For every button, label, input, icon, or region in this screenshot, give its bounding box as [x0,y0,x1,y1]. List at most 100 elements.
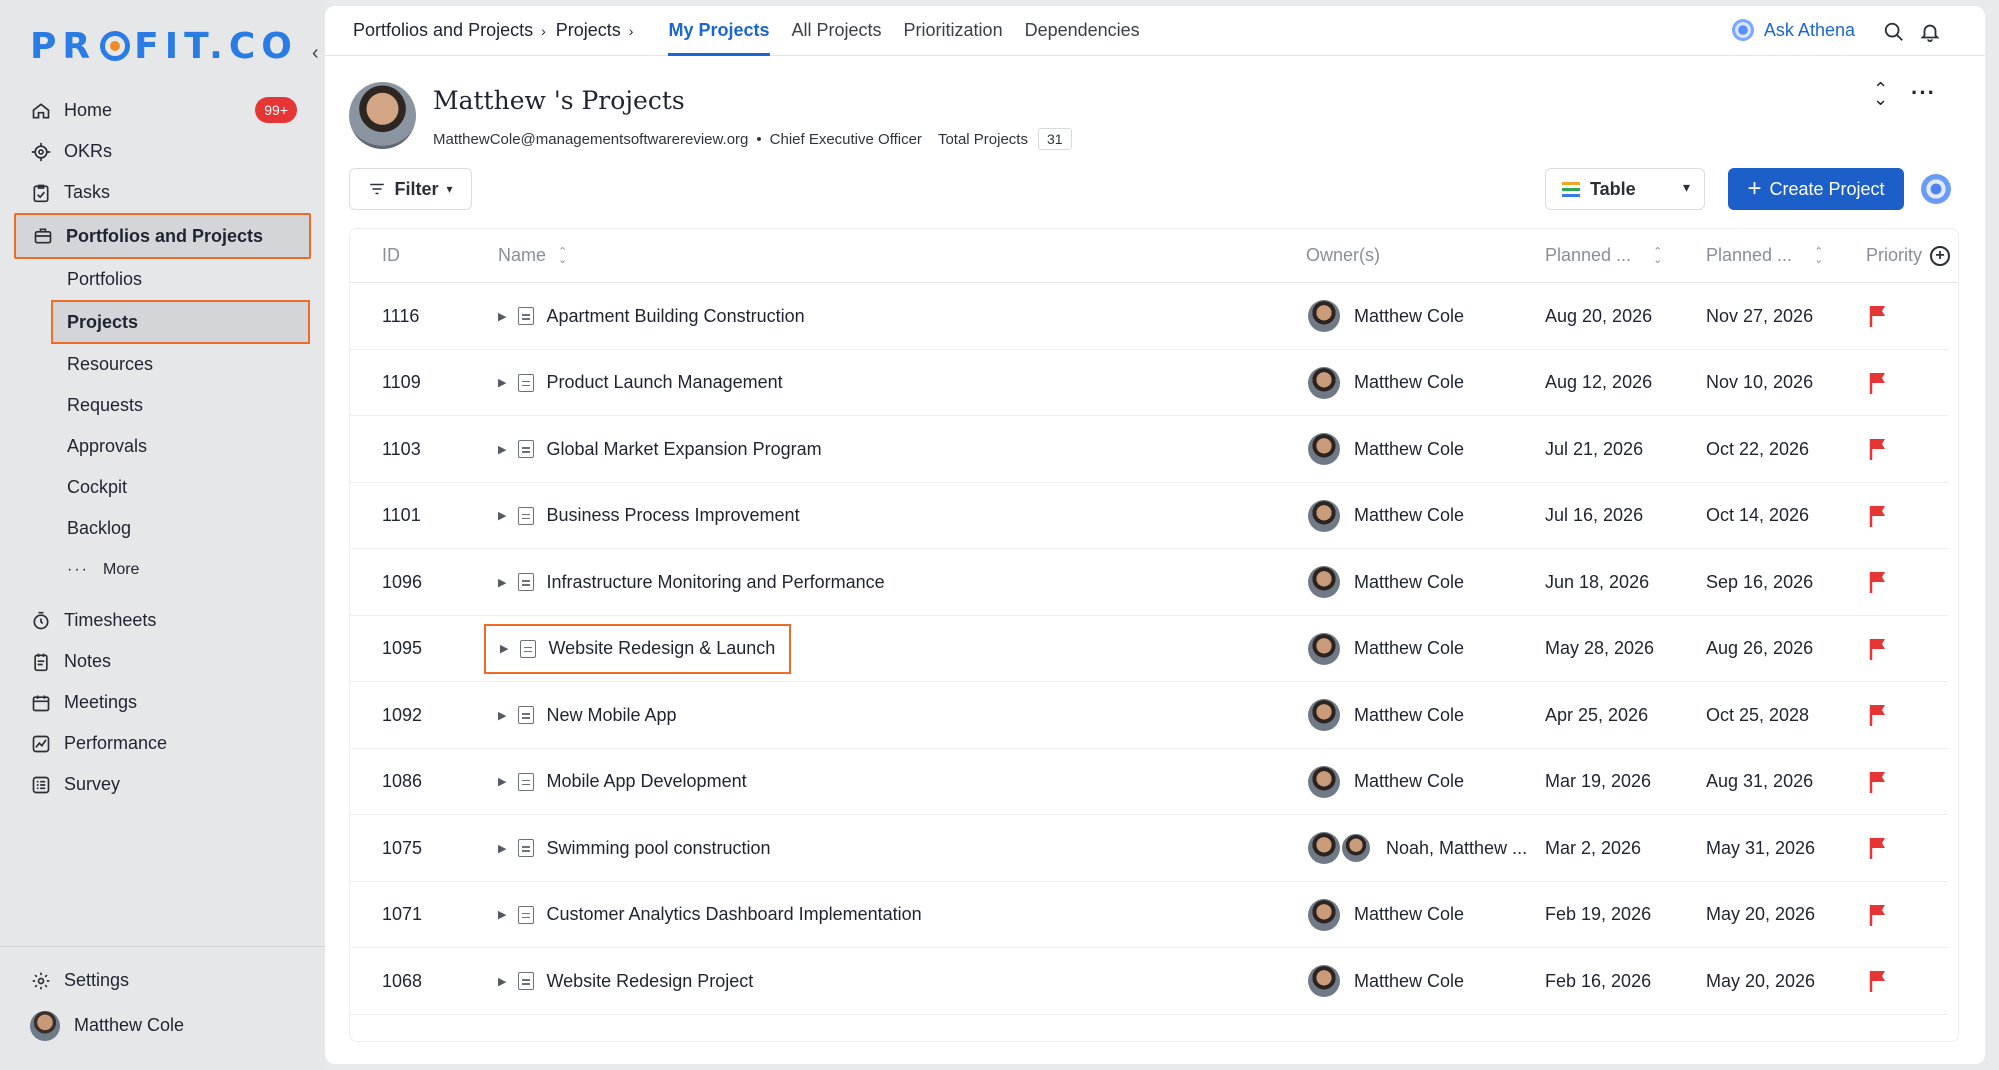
project-name[interactable]: Website Redesign & Launch [548,638,775,659]
profitco-logo[interactable]: PR FIT.CO [30,24,298,68]
column-header-name[interactable]: Name ⌃ ⌄ [498,245,567,266]
project-name-cell[interactable]: ▶ Swimming pool construction [498,815,771,881]
sidebar-item-portfolios-and-projects[interactable]: Portfolios and Projects [14,213,311,259]
column-header-planned-start[interactable]: Planned ... ⌃ ⌄ [1545,245,1662,266]
bell-icon[interactable] [1919,21,1941,48]
expand-row-caret-icon[interactable]: ▶ [498,310,506,323]
project-name-cell[interactable]: ▶ Apartment Building Construction [498,283,805,349]
project-name[interactable]: Website Redesign Project [546,971,753,992]
sidebar-subitem-backlog[interactable]: Backlog [0,508,325,549]
sort-icon[interactable]: ⌃ ⌄ [558,246,567,265]
expand-row-caret-icon[interactable]: ▶ [498,908,506,921]
project-name[interactable]: Swimming pool construction [546,838,770,859]
table-row[interactable]: 1096 ▶ Infrastructure Monitoring and Perfo… [350,549,1948,616]
priority-flag-icon[interactable] [1868,815,1888,881]
sidebar-subitem-resources[interactable]: Resources [0,344,325,385]
priority-flag-icon[interactable] [1868,350,1888,416]
project-name-cell[interactable]: ▶ Customer Analytics Dashboard Implementa… [498,882,922,948]
priority-flag-icon[interactable] [1868,749,1888,815]
project-name[interactable]: Apartment Building Construction [546,306,804,327]
sidebar-item-meetings[interactable]: Meetings [0,682,325,723]
sidebar-subitem-cockpit[interactable]: Cockpit [0,467,325,508]
project-name-cell[interactable]: ▶ Website Redesign Project [498,948,753,1014]
priority-flag-icon[interactable] [1868,283,1888,349]
table-row[interactable]: 1095 ▶ Website Redesign & Launch Matthew Co… [350,616,1948,682]
priority-flag-icon[interactable] [1868,549,1888,615]
expand-row-caret-icon[interactable]: ▶ [498,576,506,589]
collapse-sidebar-chevron-icon[interactable]: ‹ [312,42,319,65]
sidebar-item-timesheets[interactable]: Timesheets [0,600,325,641]
sort-icon[interactable]: ⌃ ⌄ [1653,246,1662,265]
expand-row-caret-icon[interactable]: ▶ [498,376,506,389]
priority-flag-icon[interactable] [1868,682,1888,748]
sidebar-user-profile[interactable]: Matthew Cole [0,1005,325,1046]
sort-icon[interactable]: ⌃ ⌄ [1814,246,1823,265]
expand-row-caret-icon[interactable]: ▶ [498,709,506,722]
sidebar-item-survey[interactable]: Survey [0,764,325,805]
sidebar-subitem-portfolios[interactable]: Portfolios [0,259,325,300]
expand-row-caret-icon[interactable]: ▶ [498,509,506,522]
project-name-cell[interactable]: ▶ Business Process Improvement [498,483,800,549]
create-project-button[interactable]: + Create Project [1728,168,1904,210]
project-name[interactable]: Product Launch Management [546,372,782,393]
project-name[interactable]: New Mobile App [546,705,676,726]
project-name[interactable]: Mobile App Development [546,771,746,792]
tab-prioritization[interactable]: Prioritization [893,6,1014,56]
table-row[interactable]: 1101 ▶ Business Process Improvement Matthew… [350,483,1948,549]
project-name-cell[interactable]: ▶ Website Redesign & Launch [484,623,792,674]
table-row[interactable]: 1116 ▶ Apartment Building Construction Matt… [350,283,1948,350]
project-name[interactable]: Customer Analytics Dashboard Implementat… [546,904,921,925]
column-header-id[interactable]: ID [382,245,400,266]
breadcrumb-projects[interactable]: Projects [556,20,621,41]
sidebar-subitem-requests[interactable]: Requests [0,385,325,426]
add-column-icon[interactable]: + [1930,245,1951,266]
expand-row-caret-icon[interactable]: ▶ [500,642,508,655]
sidebar-item-okrs[interactable]: OKRs [0,131,325,172]
tab-my-projects[interactable]: My Projects [657,6,780,56]
expand-row-caret-icon[interactable]: ▶ [498,775,506,788]
column-header-owners[interactable]: Owner(s) [1306,245,1380,266]
sidebar-subitem-approvals[interactable]: Approvals [0,426,325,467]
table-row[interactable]: 1075 ▶ Swimming pool construction Noah, Mat… [350,815,1948,882]
breadcrumb-portfolios-and-projects[interactable]: Portfolios and Projects [353,20,533,41]
tab-dependencies[interactable]: Dependencies [1014,6,1151,56]
table-row[interactable]: 1103 ▶ Global Market Expansion Program Matt… [350,416,1948,483]
table-row[interactable]: 1109 ▶ Product Launch Management Matthew Co… [350,350,1948,416]
project-name[interactable]: Global Market Expansion Program [546,439,821,460]
priority-flag-icon[interactable] [1868,483,1888,549]
project-name-cell[interactable]: ▶ Mobile App Development [498,749,747,815]
sidebar-subitem-projects[interactable]: Projects [51,300,310,344]
priority-flag-icon[interactable] [1868,882,1888,948]
tab-all-projects[interactable]: All Projects [781,6,893,56]
table-row[interactable]: 1068 ▶ Website Redesign Project Matthew Col… [350,948,1948,1015]
expand-row-caret-icon[interactable]: ▶ [498,842,506,855]
table-row[interactable]: 1086 ▶ Mobile App Development Matthew Cole M… [350,749,1948,815]
ask-athena-button[interactable]: Ask Athena [1731,19,1855,41]
search-icon[interactable] [1883,21,1905,48]
view-mode-select[interactable]: Table ▾ [1545,168,1705,210]
expand-row-caret-icon[interactable]: ▶ [498,443,506,456]
column-header-planned-end[interactable]: Planned ... ⌃ ⌄ [1706,245,1823,266]
sidebar-item-tasks[interactable]: Tasks [0,172,325,213]
table-row[interactable]: 1092 ▶ New Mobile App Matthew Cole Apr 25, 2… [350,682,1948,749]
sidebar-item-settings[interactable]: Settings [0,960,325,1001]
project-name[interactable]: Business Process Improvement [546,505,799,526]
table-row[interactable]: 1071 ▶ Customer Analytics Dashboard Implem… [350,882,1948,948]
sidebar-subitem-more[interactable]: ··· More [0,549,325,590]
priority-flag-icon[interactable] [1868,616,1888,682]
more-options-icon[interactable]: ··· [1911,80,1936,106]
expand-row-caret-icon[interactable]: ▶ [498,975,506,988]
ai-assistant-icon[interactable] [1921,174,1951,204]
expand-collapse-icon[interactable]: ⌃ ⌄ [1873,80,1888,108]
priority-flag-icon[interactable] [1868,416,1888,482]
project-name-cell[interactable]: ▶ Global Market Expansion Program [498,416,822,482]
priority-flag-icon[interactable] [1868,948,1888,1014]
project-name[interactable]: Infrastructure Monitoring and Performanc… [546,572,884,593]
project-name-cell[interactable]: ▶ New Mobile App [498,682,677,748]
sidebar-item-notes[interactable]: Notes [0,641,325,682]
project-name-cell[interactable]: ▶ Infrastructure Monitoring and Performan… [498,549,885,615]
column-header-priority[interactable]: Priority + [1866,245,1951,266]
filter-button[interactable]: Filter ▾ [349,168,472,210]
project-name-cell[interactable]: ▶ Product Launch Management [498,350,783,416]
sidebar-item-performance[interactable]: Performance [0,723,325,764]
